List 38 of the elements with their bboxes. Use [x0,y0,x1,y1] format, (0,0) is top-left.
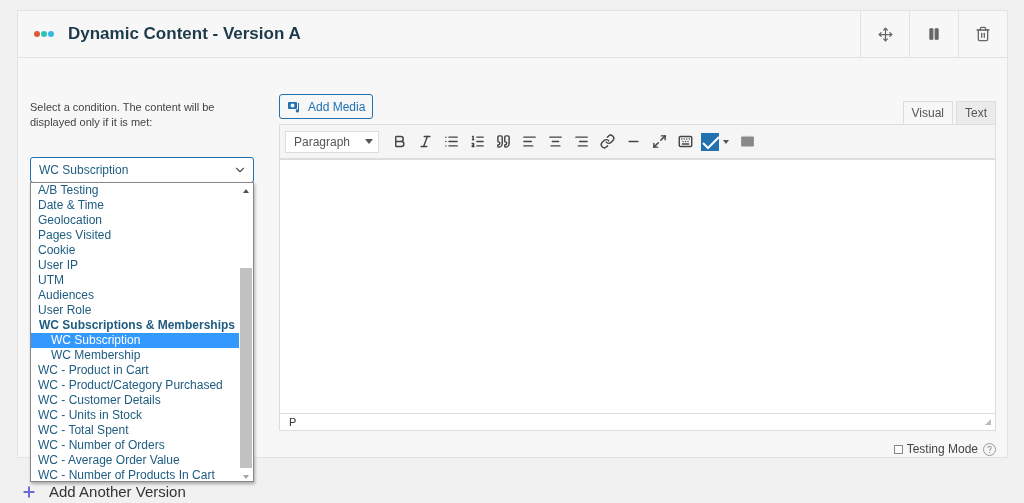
dropdown-option[interactable]: WC - Number of Products In Cart [31,468,239,483]
dropdown-option[interactable]: Cookie [31,243,239,258]
dropdown-option[interactable]: Pages Visited [31,228,239,243]
add-version-link[interactable]: Add Another Version [49,483,186,500]
dropdown-option[interactable]: UTM [31,273,239,288]
add-media-button[interactable]: Add Media [279,94,374,119]
editor-tab[interactable]: Visual [902,101,953,124]
version-title: Dynamic Content - Version A [68,24,302,44]
dropdown-option[interactable]: WC Membership [31,348,239,363]
option-group-label: WC Subscriptions & Memberships [38,318,237,333]
dropdown-option[interactable]: Audiences [31,288,239,303]
testing-mode-checkbox[interactable] [893,444,903,454]
condition-select[interactable]: WC Subscription [30,157,254,183]
element-path: P [289,416,297,428]
dropdown-option[interactable]: WC - Total Spent [31,423,239,438]
format-select[interactable]: Paragraph [285,130,379,153]
dropdown-option[interactable]: Date & Time [31,198,239,213]
resize-handle-icon[interactable] [984,418,992,426]
dropdown-option[interactable]: User Role [31,303,239,318]
dropdown-option[interactable]: WC - Product/Category Purchased [31,378,239,393]
testing-mode-label: Testing Mode [906,442,978,456]
condition-hint: Select a condition. The content will be displayed only if it is met: [30,100,216,130]
dropdown-option[interactable]: Geolocation [31,213,239,228]
dropdown-option[interactable]: WC - Product in Cart [31,363,239,378]
dropdown-option[interactable]: WC - Units in Stock [31,408,239,423]
caret-icon [365,139,373,144]
move-icon [877,26,893,42]
dropdown-option[interactable]: WC - Number of Orders [31,438,239,453]
dropdown-option[interactable]: A/B Testing [31,183,239,198]
plus-icon[interactable] [21,483,37,500]
dropdown-option[interactable]: WC - Average Order Value [31,453,239,468]
pause-icon [927,27,941,41]
dropdown-option[interactable]: User IP [31,258,239,273]
dots-logo-icon [34,30,54,38]
trash-icon [975,26,991,42]
help-icon[interactable] [983,442,996,456]
editor-tab[interactable]: Text [956,101,996,124]
dropdown-option[interactable]: WC - Customer Details [31,393,239,408]
